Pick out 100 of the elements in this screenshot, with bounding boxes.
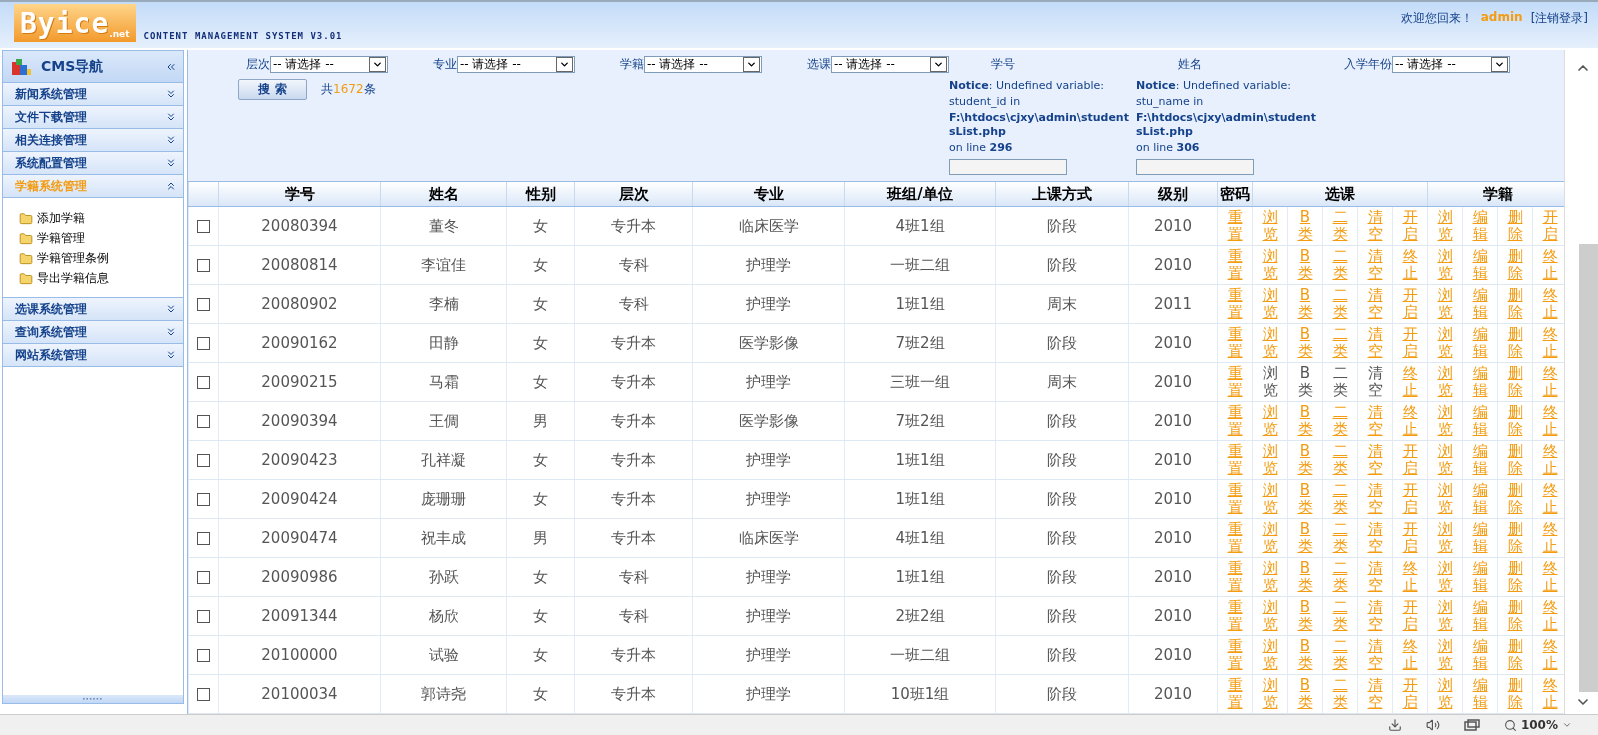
action-link[interactable]: 删除 (1507, 404, 1523, 438)
row-checkbox[interactable] (197, 531, 210, 545)
action-link[interactable]: 浏览 (1437, 404, 1453, 438)
action-link[interactable]: 编辑 (1472, 365, 1488, 399)
action-link[interactable]: 删除 (1507, 521, 1523, 555)
action-link[interactable]: 编辑 (1472, 209, 1488, 243)
action-link[interactable]: 终止 (1542, 404, 1558, 438)
action-link[interactable]: 开启 (1402, 209, 1418, 243)
action-link[interactable]: 重置 (1227, 443, 1243, 477)
row-checkbox[interactable] (197, 219, 210, 233)
action-link[interactable]: 开启 (1402, 521, 1418, 555)
windows-icon[interactable] (1463, 719, 1480, 731)
action-link[interactable]: 清空 (1367, 443, 1383, 477)
action-link[interactable]: B类 (1297, 560, 1313, 594)
nav-item[interactable]: 学籍管理 (19, 230, 183, 247)
row-checkbox[interactable] (197, 687, 210, 701)
row-checkbox[interactable] (197, 414, 210, 428)
input-field[interactable] (1136, 159, 1254, 175)
action-link[interactable]: 删除 (1507, 287, 1523, 321)
action-link[interactable]: 清空 (1367, 404, 1383, 438)
action-link[interactable]: 清空 (1367, 287, 1383, 321)
action-link[interactable]: 终止 (1542, 326, 1558, 360)
nav-item[interactable]: 学籍管理条例 (19, 250, 183, 267)
action-link[interactable]: 二类 (1332, 209, 1348, 243)
action-link[interactable]: 浏览 (1437, 599, 1453, 633)
action-link[interactable]: 浏览 (1437, 209, 1453, 243)
action-link[interactable]: 浏览 (1437, 521, 1453, 555)
action-link[interactable]: 浏览 (1262, 209, 1278, 243)
action-link[interactable]: 重置 (1227, 638, 1243, 672)
action-link[interactable]: 开启 (1402, 287, 1418, 321)
action-link[interactable]: 编辑 (1472, 599, 1488, 633)
action-link[interactable]: B类 (1297, 209, 1313, 243)
resize-grip[interactable] (3, 695, 183, 703)
action-link[interactable]: 重置 (1227, 560, 1243, 594)
action-link[interactable]: 编辑 (1472, 677, 1488, 711)
action-link[interactable]: 终止 (1542, 599, 1558, 633)
scrollbar[interactable] (1564, 50, 1598, 714)
action-link[interactable]: 浏览 (1262, 404, 1278, 438)
action-link[interactable]: 编辑 (1472, 560, 1488, 594)
action-link[interactable]: 编辑 (1472, 248, 1488, 282)
filter-select[interactable]: -- 请选择 -- (1392, 55, 1510, 73)
action-link[interactable]: 删除 (1507, 482, 1523, 516)
action-link[interactable]: 删除 (1507, 560, 1523, 594)
action-link[interactable]: 清空 (1367, 599, 1383, 633)
action-link[interactable]: 重置 (1227, 404, 1243, 438)
action-link[interactable]: 开启 (1402, 599, 1418, 633)
nav-section[interactable]: 文件下载管理 (3, 106, 183, 129)
action-link[interactable]: 重置 (1227, 248, 1243, 282)
action-link[interactable]: 删除 (1507, 209, 1523, 243)
action-link[interactable]: 浏览 (1437, 482, 1453, 516)
action-link[interactable]: 终止 (1402, 404, 1418, 438)
action-link[interactable]: 删除 (1507, 365, 1523, 399)
action-link[interactable]: 终止 (1542, 287, 1558, 321)
action-link[interactable]: 二类 (1332, 482, 1348, 516)
action-link[interactable]: 重置 (1227, 326, 1243, 360)
action-link[interactable]: 清空 (1367, 209, 1383, 243)
action-link[interactable]: 浏览 (1262, 521, 1278, 555)
action-link[interactable]: B类 (1297, 677, 1313, 711)
nav-section[interactable]: 新闻系统管理 (3, 83, 183, 106)
action-link[interactable]: 二类 (1332, 326, 1348, 360)
action-link[interactable]: 二类 (1332, 287, 1348, 321)
row-checkbox[interactable] (197, 492, 210, 506)
action-link[interactable]: 清空 (1367, 638, 1383, 672)
action-link[interactable]: 二类 (1332, 404, 1348, 438)
action-link[interactable]: 浏览 (1437, 638, 1453, 672)
download-icon[interactable] (1387, 718, 1402, 732)
action-link[interactable]: B类 (1297, 287, 1313, 321)
action-link[interactable]: 删除 (1507, 326, 1523, 360)
action-link[interactable]: 开启 (1402, 677, 1418, 711)
action-link[interactable]: 终止 (1542, 443, 1558, 477)
action-link[interactable]: 终止 (1402, 638, 1418, 672)
action-link[interactable]: 重置 (1227, 599, 1243, 633)
action-link[interactable]: 终止 (1542, 482, 1558, 516)
action-link[interactable]: 终止 (1402, 560, 1418, 594)
action-link[interactable]: 浏览 (1262, 287, 1278, 321)
action-link[interactable]: 开启 (1402, 482, 1418, 516)
scrollbar-thumb[interactable] (1579, 244, 1598, 692)
action-link[interactable]: 开启 (1402, 443, 1418, 477)
action-link[interactable]: 浏览 (1262, 482, 1278, 516)
action-link[interactable]: 重置 (1227, 365, 1243, 399)
action-link[interactable]: 二类 (1332, 248, 1348, 282)
action-link[interactable]: 浏览 (1437, 287, 1453, 321)
action-link[interactable]: 重置 (1227, 482, 1243, 516)
nav-item[interactable]: 导出学籍信息 (19, 270, 183, 287)
action-link[interactable]: B类 (1297, 248, 1313, 282)
action-link[interactable]: 浏览 (1262, 599, 1278, 633)
action-link[interactable]: 浏览 (1437, 326, 1453, 360)
nav-section[interactable]: 系统配置管理 (3, 152, 183, 175)
action-link[interactable]: 浏览 (1437, 443, 1453, 477)
action-link[interactable]: 浏览 (1437, 677, 1453, 711)
action-link[interactable]: B类 (1297, 521, 1313, 555)
logout-link[interactable]: [注销登录] (1530, 10, 1588, 27)
action-link[interactable]: 终止 (1542, 521, 1558, 555)
action-link[interactable]: 二类 (1332, 521, 1348, 555)
row-checkbox[interactable] (197, 297, 210, 311)
action-link[interactable]: 浏览 (1262, 677, 1278, 711)
action-link[interactable]: 清空 (1367, 521, 1383, 555)
action-link[interactable]: 终止 (1542, 365, 1558, 399)
nav-section[interactable]: 相关连接管理 (3, 129, 183, 152)
action-link[interactable]: 浏览 (1262, 443, 1278, 477)
